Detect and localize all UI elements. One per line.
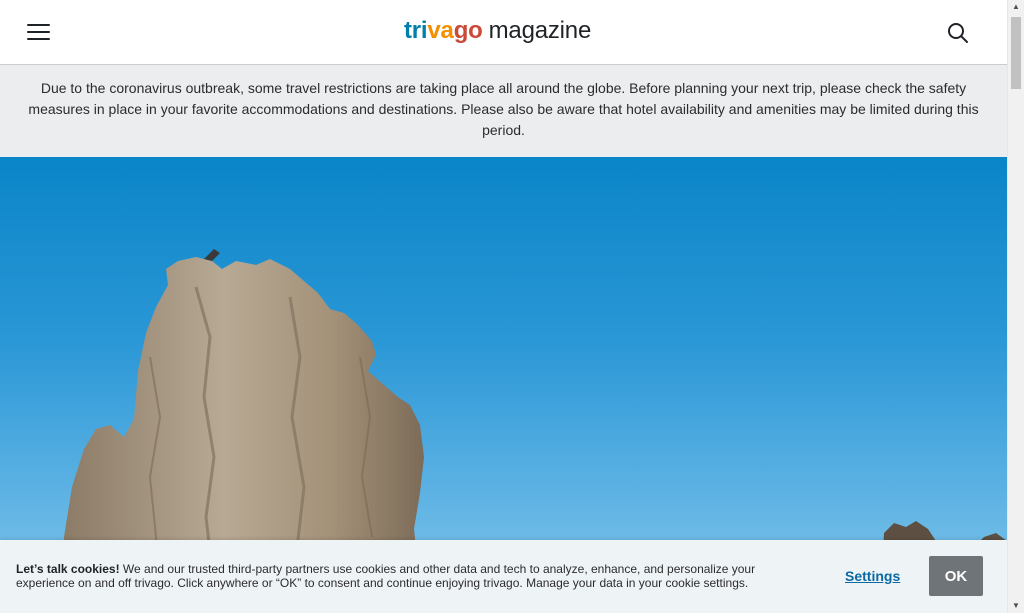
cookie-settings-link[interactable]: Settings [845, 568, 900, 584]
cookie-banner-text: Let’s talk cookies! We and our trusted t… [16, 562, 806, 590]
scrollbar-thumb[interactable] [1011, 17, 1021, 89]
logo-go: go [453, 17, 483, 44]
cookie-banner-body: We and our trusted third-party partners … [16, 562, 756, 590]
covid-notice-text: Due to the coronavirus outbreak, some tr… [28, 80, 979, 138]
browser-viewport: tri va go magazine Due to the coronavirus o… [0, 0, 1024, 613]
covid-notice: Due to the coronavirus outbreak, some tr… [0, 65, 1007, 157]
logo-tri: tri [404, 17, 428, 44]
hamburger-menu-icon[interactable] [27, 22, 51, 42]
search-icon[interactable] [946, 21, 970, 45]
scroll-up-arrow-icon[interactable]: ▲ [1008, 0, 1024, 14]
cookie-banner[interactable]: Let’s talk cookies! We and our trusted t… [0, 540, 1007, 613]
logo-va: va [427, 17, 454, 44]
site-header: tri va go magazine [0, 0, 1007, 65]
logo-magazine: magazine [488, 17, 592, 44]
vertical-scrollbar[interactable]: ▲ ▼ [1007, 0, 1024, 613]
cookie-banner-heading: Let’s talk cookies! [16, 562, 120, 576]
trivago-magazine-logo[interactable]: tri va go magazine [404, 15, 591, 47]
cookie-ok-button[interactable]: OK [929, 556, 983, 596]
scroll-down-arrow-icon[interactable]: ▼ [1008, 599, 1024, 613]
page-content: tri va go magazine Due to the coronavirus o… [0, 0, 1007, 613]
